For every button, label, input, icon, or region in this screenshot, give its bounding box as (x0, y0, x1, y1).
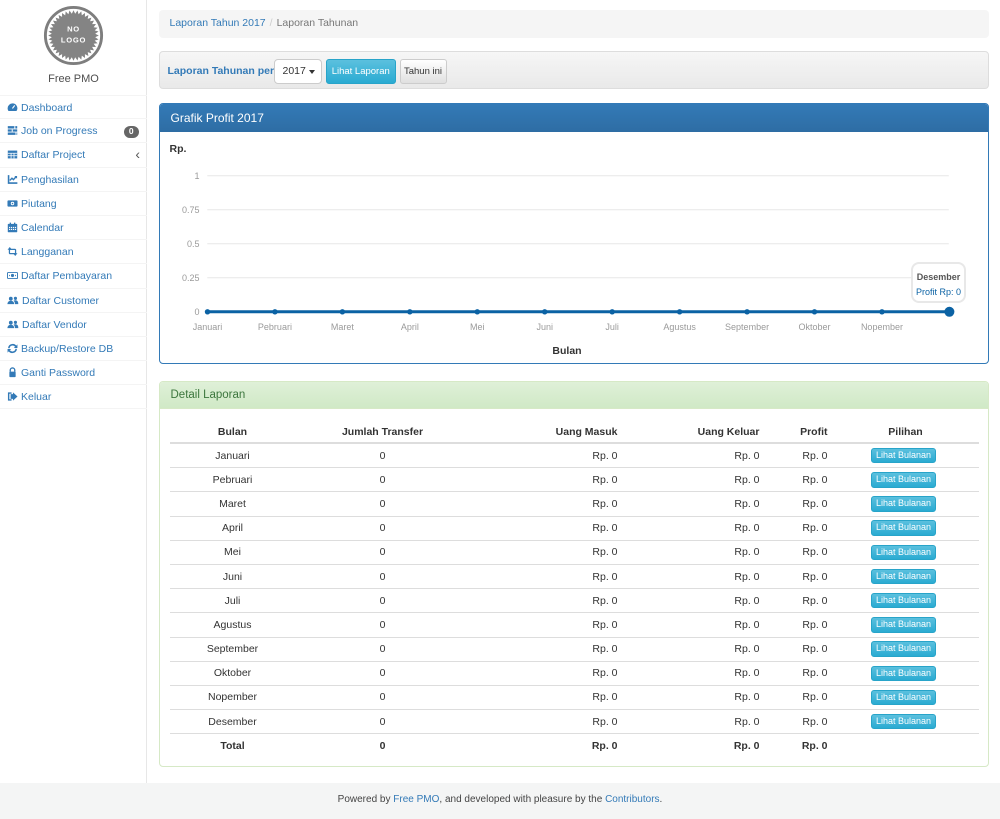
svg-text:LOGO: LOGO (61, 36, 86, 45)
svg-text:Maret: Maret (330, 322, 354, 332)
svg-text:NO: NO (67, 24, 80, 33)
svg-text:0: 0 (194, 307, 199, 317)
svg-text:September: September (725, 322, 769, 332)
svg-text:0.25: 0.25 (181, 273, 199, 283)
svg-text:Juni: Juni (536, 322, 553, 332)
svg-text:Nopember: Nopember (860, 322, 902, 332)
svg-text:Agustus: Agustus (663, 322, 696, 332)
svg-text:April: April (400, 322, 418, 332)
svg-text:Juli: Juli (605, 322, 619, 332)
svg-text:Januari: Januari (192, 322, 222, 332)
svg-text:0.5: 0.5 (186, 239, 199, 249)
svg-text:Oktober: Oktober (798, 322, 830, 332)
svg-text:0.75: 0.75 (181, 205, 199, 215)
svg-text:Mei: Mei (470, 322, 485, 332)
svg-text:Pebruari: Pebruari (257, 322, 291, 332)
svg-text:1: 1 (194, 171, 199, 181)
